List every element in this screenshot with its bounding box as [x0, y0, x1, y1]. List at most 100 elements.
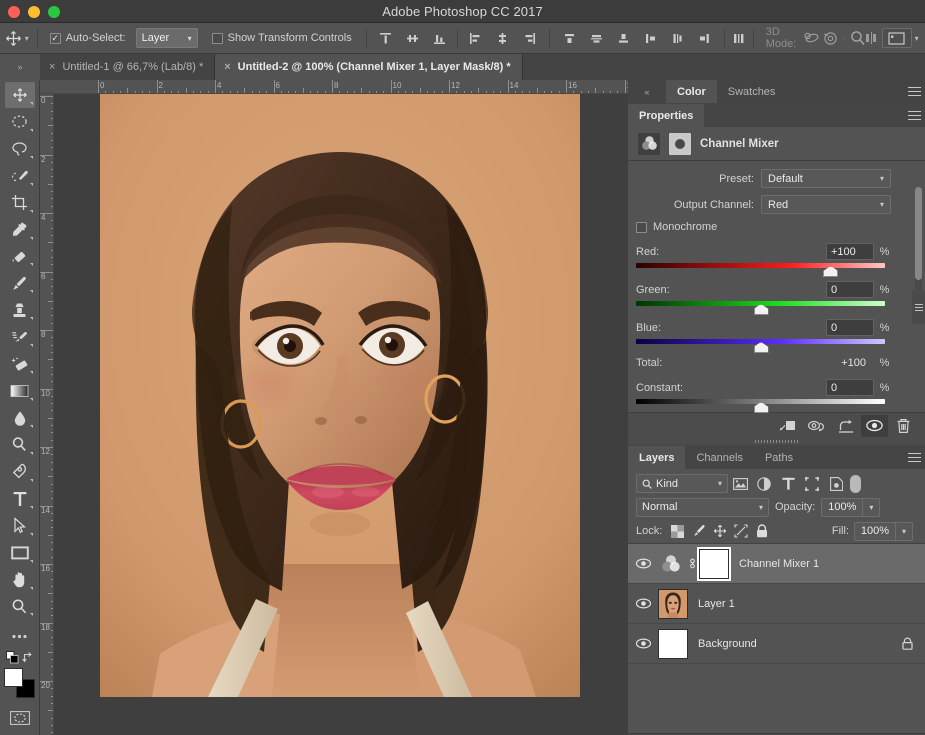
align-left-edges-icon[interactable]: [462, 26, 489, 51]
quick-mask-icon[interactable]: [5, 705, 35, 731]
blue-slider-track[interactable]: [636, 339, 885, 344]
hand-tool[interactable]: [5, 567, 35, 593]
foreground-background-color[interactable]: [4, 668, 36, 698]
move-tool-preset-caret[interactable]: ▾: [22, 26, 31, 51]
layer-mask-thumbnail[interactable]: [699, 549, 729, 579]
constant-slider-knob[interactable]: [754, 402, 769, 413]
pan-3d-icon[interactable]: [848, 26, 866, 51]
tab-layers[interactable]: Layers: [628, 446, 685, 469]
crop-tool[interactable]: [5, 190, 35, 216]
minimize-window-button[interactable]: [28, 6, 40, 18]
gradient-tool[interactable]: [5, 378, 35, 404]
table-row[interactable]: Layer 1: [628, 584, 925, 624]
red-slider-track[interactable]: [636, 263, 885, 268]
distribute-vertical-centers-icon[interactable]: [583, 26, 610, 51]
close-tab-icon[interactable]: ×: [224, 62, 230, 73]
layer-visibility-toggle[interactable]: [628, 584, 658, 624]
document-tab-untitled-2[interactable]: × Untitled-2 @ 100% (Channel Mixer 1, La…: [215, 54, 522, 80]
lock-image-pixels-icon[interactable]: [688, 521, 709, 541]
layer-name[interactable]: Layer 1: [698, 598, 925, 610]
brush-tool[interactable]: [5, 270, 35, 296]
edit-toolbar-tool[interactable]: [5, 623, 35, 649]
filter-type-icon[interactable]: [776, 473, 800, 495]
filter-pixel-icon[interactable]: [728, 473, 752, 495]
align-vertical-centers-icon[interactable]: [399, 26, 426, 51]
type-tool[interactable]: [5, 486, 35, 512]
options-overflow-caret[interactable]: ▾: [912, 26, 921, 51]
distribute-left-edges-icon[interactable]: [637, 26, 664, 51]
tab-color[interactable]: Color: [666, 80, 717, 103]
mode-3d-caret[interactable]: ·: [839, 26, 848, 51]
opacity-input[interactable]: 100%: [821, 498, 863, 517]
reset-icon[interactable]: [832, 415, 859, 437]
collapse-dock-button[interactable]: «: [628, 80, 666, 103]
lock-artboard-nesting-icon[interactable]: [730, 521, 751, 541]
red-slider-knob[interactable]: [823, 266, 838, 277]
distribute-spacing-icon[interactable]: [731, 26, 748, 51]
constant-value-input[interactable]: 0: [826, 379, 874, 396]
maximize-window-button[interactable]: [48, 6, 60, 18]
filter-smartobject-icon[interactable]: [824, 473, 848, 495]
roll-3d-icon[interactable]: [821, 26, 839, 51]
align-right-edges-icon[interactable]: [516, 26, 543, 51]
panel-menu-icon[interactable]: [903, 80, 925, 103]
lasso-tool[interactable]: [5, 136, 35, 162]
adjustment-thumbnail[interactable]: [658, 551, 684, 577]
auto-select-checkbox-group[interactable]: ✓ Auto-Select:: [50, 32, 126, 44]
rotate-3d-icon[interactable]: [802, 26, 820, 51]
rectangle-tool[interactable]: [5, 540, 35, 566]
expand-toolbar-button[interactable]: »: [0, 54, 40, 80]
show-transform-checkbox-group[interactable]: Show Transform Controls: [212, 32, 352, 44]
pen-tool[interactable]: [5, 459, 35, 485]
filter-enable-toggle[interactable]: [848, 473, 862, 495]
align-horizontal-centers-icon[interactable]: [489, 26, 516, 51]
close-tab-icon[interactable]: ×: [49, 62, 55, 73]
layer-thumbnail[interactable]: [658, 629, 688, 659]
opacity-stepper-caret[interactable]: ▾: [863, 498, 880, 517]
auto-select-checkbox[interactable]: ✓: [50, 33, 61, 44]
fill-stepper-caret[interactable]: ▾: [896, 522, 913, 541]
preset-dropdown[interactable]: Default ▾: [761, 169, 891, 188]
zoom-tool[interactable]: [5, 594, 35, 620]
move-tool-icon[interactable]: [4, 26, 22, 51]
filter-kind-dropdown[interactable]: Kind ▾: [636, 474, 728, 493]
green-slider-knob[interactable]: [754, 304, 769, 315]
clip-to-layer-icon[interactable]: [774, 415, 801, 437]
filter-adjustment-icon[interactable]: [752, 473, 776, 495]
red-value-input[interactable]: +100: [826, 243, 874, 260]
tab-paths[interactable]: Paths: [754, 446, 804, 469]
collapsed-panel-rail-icon[interactable]: [912, 290, 925, 324]
horizontal-ruler[interactable]: 024681012141618: [40, 80, 628, 94]
show-transform-checkbox[interactable]: [212, 33, 223, 44]
tab-swatches[interactable]: Swatches: [717, 80, 787, 103]
blue-value-input[interactable]: 0: [826, 319, 874, 336]
healing-brush-tool[interactable]: [5, 244, 35, 270]
layer-name[interactable]: Background: [698, 638, 902, 650]
distribute-top-edges-icon[interactable]: [556, 26, 583, 51]
layer-visibility-toggle[interactable]: [628, 544, 658, 584]
blur-tool[interactable]: [5, 405, 35, 431]
slide-3d-icon[interactable]: [866, 26, 876, 51]
tab-properties[interactable]: Properties: [628, 104, 704, 127]
traffic-lights[interactable]: [8, 0, 60, 23]
panel-menu-icon[interactable]: [903, 446, 925, 469]
panel-menu-icon[interactable]: [903, 104, 925, 127]
layer-visibility-toggle[interactable]: [628, 624, 658, 664]
history-brush-tool[interactable]: [5, 324, 35, 350]
constant-slider-track[interactable]: [636, 399, 885, 404]
table-row[interactable]: Background: [628, 624, 925, 664]
distribute-right-edges-icon[interactable]: [691, 26, 718, 51]
scale-3d-icon[interactable]: [882, 28, 912, 48]
clone-stamp-tool[interactable]: [5, 297, 35, 323]
lock-transparent-pixels-icon[interactable]: [667, 521, 688, 541]
document-canvas[interactable]: [54, 94, 628, 735]
distribute-bottom-edges-icon[interactable]: [610, 26, 637, 51]
monochrome-checkbox[interactable]: [636, 222, 647, 233]
green-slider-track[interactable]: [636, 301, 885, 306]
layer-mask-icon[interactable]: [669, 133, 691, 155]
marquee-tool[interactable]: [5, 109, 35, 135]
layer-thumbnail[interactable]: [658, 589, 688, 619]
dodge-tool[interactable]: [5, 432, 35, 458]
delete-adjustment-icon[interactable]: [890, 415, 917, 437]
table-row[interactable]: Channel Mixer 1: [628, 544, 925, 584]
